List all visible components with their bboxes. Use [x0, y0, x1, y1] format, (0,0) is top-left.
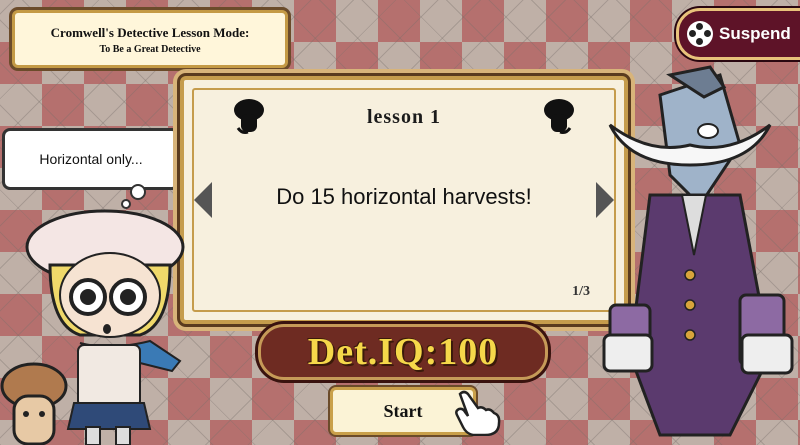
pointing-hand-cursor-icon [455, 390, 501, 436]
mode-title: Cromwell's Detective Lesson Mode: [50, 25, 250, 40]
thought-bubble: Horizontal only... [2, 128, 180, 190]
page-indicator: 1/3 [572, 284, 590, 299]
lesson-title: lesson 1 [366, 106, 442, 128]
controller-buttons-icon [687, 21, 713, 47]
det-iq-banner: Det.IQ:100 [258, 324, 548, 380]
lesson-card: lesson 1 Do 15 horizontal harvests! 1/3 [180, 76, 628, 324]
mushroom-companion-character [0, 362, 68, 445]
mode-subtitle: To Be a Great Detective [99, 44, 201, 55]
cromwell-character [602, 65, 794, 437]
suspend-label: Suspend [719, 24, 791, 43]
det-iq-value: Det.IQ:100 [307, 331, 499, 373]
mode-title-plate: Cromwell's Detective Lesson Mode: To Be … [12, 10, 288, 68]
thought-text: Horizontal only... [39, 151, 143, 167]
lesson-objective: Do 15 horizontal harvests! [276, 184, 532, 209]
start-label: Start [383, 401, 423, 421]
suspend-button[interactable]: Suspend [676, 8, 800, 60]
